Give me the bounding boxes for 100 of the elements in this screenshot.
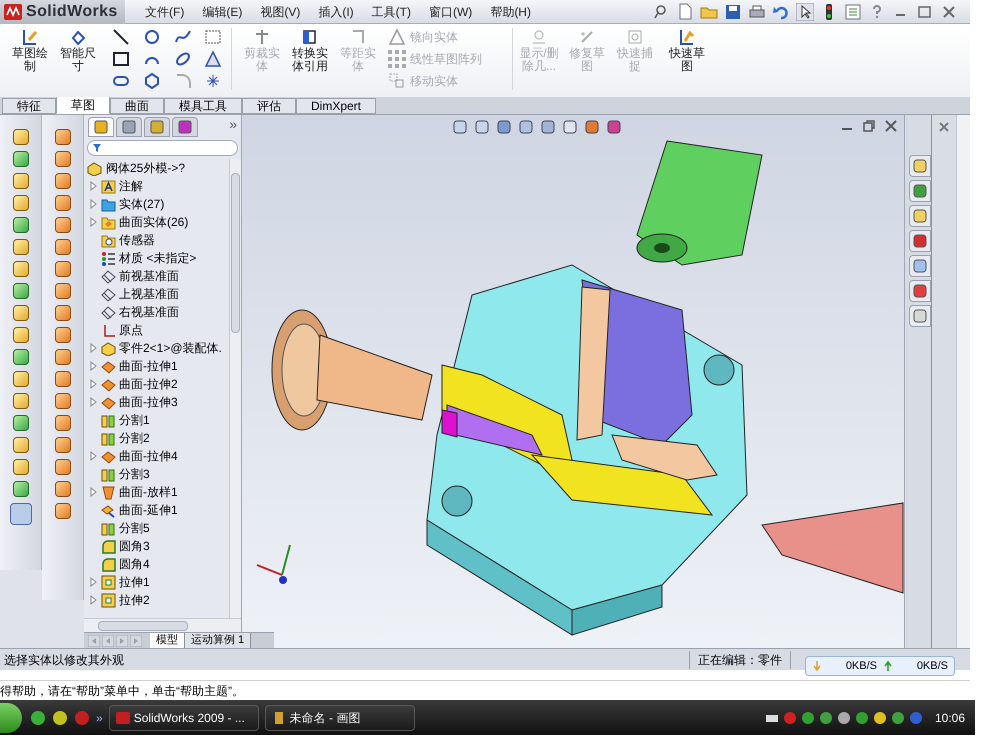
feature-tool-icon[interactable]: [12, 393, 28, 409]
tree-item[interactable]: 实体(27): [119, 195, 164, 213]
circle-icon[interactable]: [142, 28, 161, 46]
restore-icon[interactable]: [862, 119, 876, 133]
expand-arrow-icon[interactable]: [90, 343, 98, 353]
panel-tab[interactable]: [172, 117, 198, 137]
tree-item[interactable]: 右视基准面: [119, 303, 179, 321]
feature-tool-icon[interactable]: [12, 437, 28, 453]
menu-item[interactable]: 插入(I): [310, 2, 362, 20]
feature-tool-icon[interactable]: [12, 261, 28, 277]
expand-arrow-icon[interactable]: [90, 361, 98, 371]
scrollbar[interactable]: [956, 115, 970, 648]
expand-arrow-icon[interactable]: [90, 379, 98, 389]
feature-tool-icon[interactable]: [12, 283, 28, 299]
tree-item[interactable]: 分割2: [119, 429, 150, 447]
save-icon[interactable]: [724, 2, 742, 20]
polygon-icon[interactable]: [142, 72, 161, 90]
feature-tool-icon[interactable]: [12, 415, 28, 431]
panel-tab[interactable]: [116, 117, 142, 137]
tree-item[interactable]: 传感器: [119, 231, 155, 249]
surface-tool-icon[interactable]: [54, 151, 70, 167]
expand-arrow-icon[interactable]: [90, 181, 98, 191]
tree-item[interactable]: 分割5: [119, 519, 150, 537]
surface-tool-icon[interactable]: [54, 437, 70, 453]
tree-item[interactable]: 材质 <未指定>: [119, 249, 196, 267]
feature-tool-icon[interactable]: [12, 371, 28, 387]
tab[interactable]: 模具工具: [164, 98, 242, 114]
surface-tool-icon[interactable]: [54, 217, 70, 233]
tree-item[interactable]: 曲面-拉伸4: [119, 447, 178, 465]
tab[interactable]: 草图: [56, 96, 110, 114]
tree-item[interactable]: 曲面-拉伸1: [119, 357, 178, 375]
menu-item[interactable]: 窗口(W): [420, 2, 480, 20]
filter-field[interactable]: [87, 140, 238, 156]
tree-item[interactable]: 曲面-延伸1: [119, 501, 178, 519]
surface-tool-icon[interactable]: [54, 195, 70, 211]
close-icon[interactable]: [884, 119, 898, 133]
feature-tool-icon[interactable]: [12, 305, 28, 321]
overflow-chevrons[interactable]: »: [96, 708, 103, 726]
printer-icon[interactable]: [748, 2, 766, 20]
surface-tool-icon[interactable]: [54, 415, 70, 431]
tab[interactable]: 评估: [242, 98, 296, 114]
feature-tool-icon[interactable]: [12, 173, 28, 189]
feature-tool-icon[interactable]: [12, 129, 28, 145]
feature-tool-icon[interactable]: [12, 327, 28, 343]
menu-item[interactable]: 文件(F): [137, 2, 192, 20]
tree-item[interactable]: 拉伸1: [119, 573, 150, 591]
surface-tool-icon[interactable]: [54, 349, 70, 365]
panel-tab[interactable]: [88, 117, 114, 137]
tree-item[interactable]: 拉伸2: [119, 591, 150, 609]
surface-tool-icon[interactable]: [54, 459, 70, 475]
feature-tool-icon[interactable]: [12, 217, 28, 233]
surface-tool-icon[interactable]: [54, 393, 70, 409]
surface-tool-icon[interactable]: [54, 261, 70, 277]
expand-arrow-icon[interactable]: [90, 487, 98, 497]
expand-arrow-icon[interactable]: [90, 577, 98, 587]
expand-arrow-icon[interactable]: [90, 451, 98, 461]
tab[interactable]: DimXpert: [296, 98, 376, 114]
surface-tool-icon[interactable]: [54, 173, 70, 189]
tab[interactable]: 曲面: [110, 98, 164, 114]
tree-item[interactable]: 分割3: [119, 465, 150, 483]
tree-item[interactable]: 零件2<1>@装配体.: [119, 339, 222, 357]
tree-root[interactable]: 阀体25外模->?: [106, 159, 186, 177]
expand-arrow-icon[interactable]: [90, 199, 98, 209]
tree-item[interactable]: 分割1: [119, 411, 150, 429]
text-triangle-icon[interactable]: [204, 50, 222, 68]
feature-tool-icon[interactable]: [12, 195, 28, 211]
start-button[interactable]: [0, 702, 22, 732]
tree-item[interactable]: 注解: [119, 177, 143, 195]
ribbon-button[interactable]: 快速草图: [665, 28, 709, 73]
tree-item[interactable]: 曲面-放样1: [119, 483, 178, 501]
menu-item[interactable]: 视图(V): [252, 2, 308, 20]
ribbon-button[interactable]: 草图绘制: [8, 28, 52, 73]
feature-tool-icon[interactable]: [12, 459, 28, 475]
surface-tool-icon[interactable]: [54, 239, 70, 255]
tree-item[interactable]: 圆角4: [119, 555, 150, 573]
scrollbar[interactable]: [229, 159, 241, 618]
expand-arrow-icon[interactable]: [90, 595, 98, 605]
surface-tool-icon[interactable]: [54, 129, 70, 145]
tab[interactable]: 运动算例 1: [185, 633, 252, 648]
tab[interactable]: 特征: [2, 98, 56, 114]
tree-item[interactable]: 曲面-拉伸3: [119, 393, 178, 411]
taskbar-button[interactable]: SolidWorks 2009 - ...: [108, 704, 259, 730]
rectangle-icon[interactable]: [112, 50, 130, 68]
horizontal-scrollbar[interactable]: [98, 620, 188, 630]
ellipse-icon[interactable]: [174, 50, 192, 68]
surface-tool-icon[interactable]: [54, 305, 70, 321]
taskbar-button[interactable]: 未命名 - 画图: [264, 704, 415, 730]
panel-tab[interactable]: [144, 117, 170, 137]
feature-tool-icon[interactable]: [12, 349, 28, 365]
overflow-chevrons[interactable]: »: [229, 114, 237, 137]
tree-item[interactable]: 曲面-拉伸2: [119, 375, 178, 393]
feature-tool-icon[interactable]: [12, 239, 28, 255]
close-icon[interactable]: [938, 121, 950, 133]
tab[interactable]: 模型: [150, 633, 185, 648]
expand-arrow-icon[interactable]: [90, 397, 98, 407]
surface-tool-icon[interactable]: [54, 283, 70, 299]
surface-tool-icon[interactable]: [54, 371, 70, 387]
cursor-icon[interactable]: [796, 2, 814, 20]
menu-item[interactable]: 工具(T): [364, 2, 419, 20]
surface-tool-icon[interactable]: [54, 503, 70, 519]
